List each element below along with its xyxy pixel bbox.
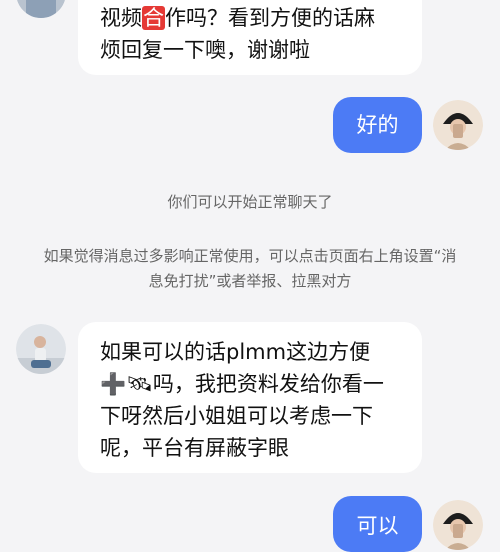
message-text-line: 烦回复一下噢，谢谢啦 [100, 38, 310, 62]
message-text-line: 视频合作吗？看到方便的话麻 [100, 6, 375, 30]
plus-icon: ➕ [100, 372, 127, 396]
my-avatar[interactable] [433, 100, 483, 150]
system-notice: 你们可以开始正常聊天了 [167, 193, 333, 211]
sender-avatar[interactable] [16, 324, 66, 374]
outgoing-message-bubble[interactable]: 可以 [333, 496, 422, 552]
highlighted-char: 合 [142, 6, 165, 30]
system-tip-line: 息免打扰”或者举报、拉黑对方 [148, 272, 352, 290]
incoming-message-bubble[interactable]: 视频合作吗？看到方便的话麻 烦回复一下噢，谢谢啦 [78, 0, 422, 75]
message-text-line: 下呀然后小姐姐可以考虑一下 [100, 404, 373, 428]
my-avatar[interactable] [433, 500, 483, 550]
sender-avatar-top[interactable] [16, 0, 66, 18]
message-text-line: 如果可以的话plmm这边方便 [100, 340, 371, 364]
outgoing-message-bubble[interactable]: 好的 [333, 97, 422, 153]
message-text-line: ➕🛰吗，我把资料发给你看一 [100, 368, 422, 400]
message-text: 可以 [356, 514, 399, 538]
system-tip-line: 如果觉得消息过多影响正常使用，可以点击页面右上角设置“消 [43, 247, 457, 265]
message-text: 好的 [356, 113, 399, 137]
satellite-icon: 🛰 [126, 372, 153, 396]
incoming-message-bubble[interactable]: 如果可以的话plmm这边方便 ➕🛰吗，我把资料发给你看一 下呀然后小姐姐可以考虑… [78, 322, 422, 473]
message-text-line: 呢，平台有屏蔽字眼 [100, 436, 289, 460]
system-tip: 如果觉得消息过多影响正常使用，可以点击页面右上角设置“消 息免打扰”或者举报、拉… [0, 244, 500, 294]
